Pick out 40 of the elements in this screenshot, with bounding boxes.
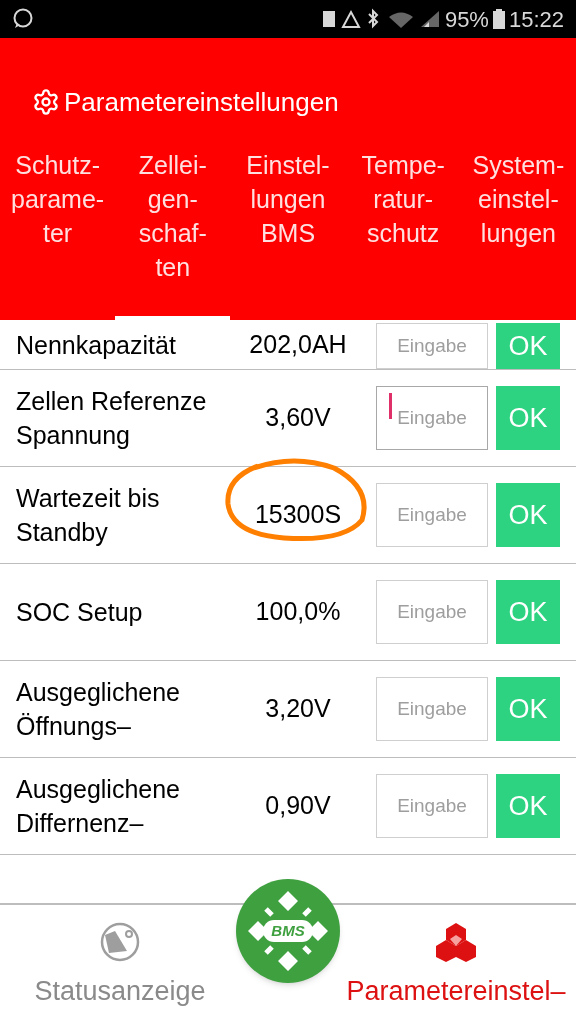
parameter-value: 15300S <box>254 499 342 531</box>
header-title: Parametereinstellungen <box>64 85 339 119</box>
tab[interactable]: Tempe- ratur- schutz <box>345 148 461 320</box>
ok-button[interactable]: OK <box>496 580 560 644</box>
input-field[interactable]: Eingabe <box>376 774 488 838</box>
input-field[interactable]: Eingabe <box>376 323 488 369</box>
ok-button[interactable]: OK <box>496 386 560 450</box>
parameter-label: Nennkapazität <box>15 329 177 361</box>
parameter-label: Ausgeglichene Differnenz– <box>15 774 181 839</box>
battery-icon <box>492 9 505 29</box>
chat-icon <box>12 8 34 30</box>
input-field[interactable]: Eingabe <box>376 677 488 741</box>
parameter-value: 3,20V <box>265 693 331 725</box>
tab[interactable]: Schutz- parame- ter <box>0 148 116 320</box>
text-cursor <box>389 393 392 419</box>
input-field[interactable]: Eingabe <box>376 580 488 644</box>
settings-icon <box>32 88 60 116</box>
logo-text: BMS <box>263 919 313 943</box>
parameter-value: 202,0AH <box>249 328 347 360</box>
tab[interactable]: System- einstel- lungen <box>460 148 576 320</box>
cubes-icon <box>435 921 477 963</box>
parameter-value: 3,60V <box>265 402 331 434</box>
bms-logo-button[interactable]: BMS <box>236 879 340 983</box>
parameter-label: Zellen Referenze Spannung <box>15 386 208 451</box>
battery-percent: 95% <box>444 5 489 34</box>
clock: 15:22 <box>508 5 564 34</box>
tab[interactable]: Einstel- lungen BMS <box>230 148 346 320</box>
ok-button[interactable]: OK <box>496 677 560 741</box>
input-field[interactable]: Eingabe <box>376 483 488 547</box>
input-field[interactable]: Eingabe <box>376 386 488 450</box>
ok-button[interactable]: OK <box>496 323 560 369</box>
globe-icon <box>99 921 141 963</box>
parameter-value: 0,90V <box>265 790 331 822</box>
parameter-label: Ausgeglichene Öffnungs– <box>15 677 181 742</box>
parameter-value: 100,0% <box>255 596 341 628</box>
tab[interactable]: Zellei- gen- schaf- ten <box>115 148 231 320</box>
parameter-label: Wartezeit bis Standby <box>15 483 161 548</box>
parameter-label: SOC Setup <box>15 597 144 628</box>
ok-button[interactable]: OK <box>496 483 560 547</box>
ok-button[interactable]: OK <box>496 774 560 838</box>
